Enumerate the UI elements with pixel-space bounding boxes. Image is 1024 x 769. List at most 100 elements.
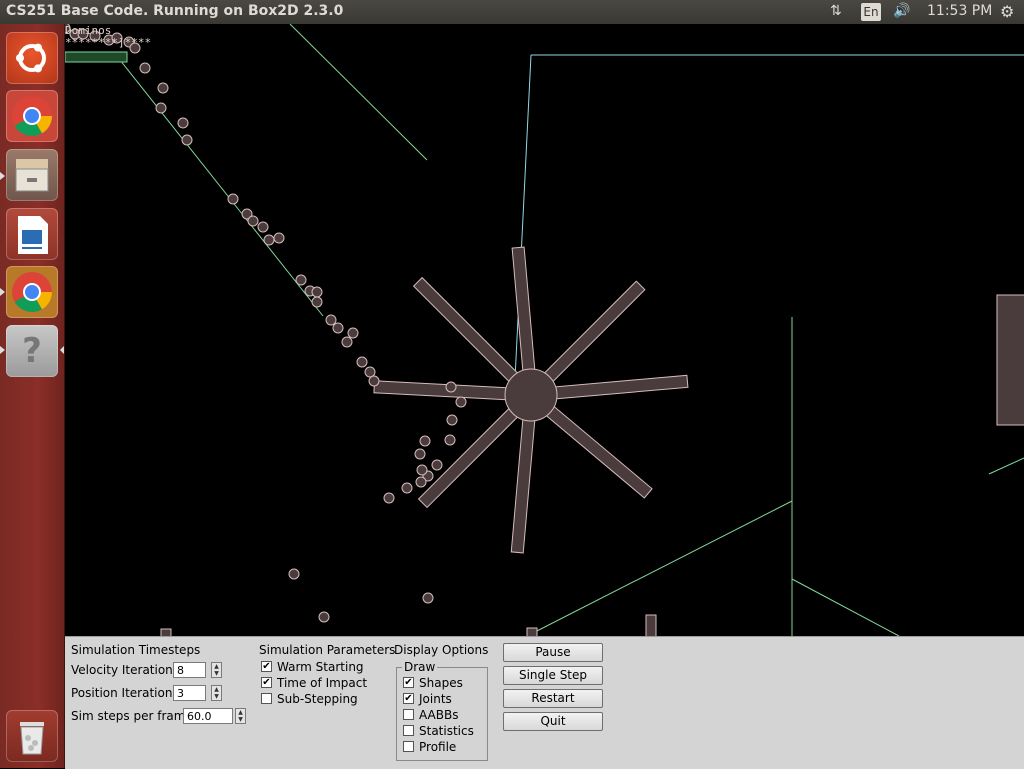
display-heading: Display Options bbox=[394, 643, 489, 657]
control-panel: Simulation Timesteps Velocity Iterations… bbox=[65, 636, 1024, 769]
bottom-post bbox=[526, 627, 538, 636]
position-spinner[interactable]: ▲ ▼ bbox=[211, 685, 222, 701]
slope-edge-2 bbox=[791, 578, 900, 636]
velocity-spinner[interactable]: ▲ ▼ bbox=[211, 662, 222, 678]
single-step-button[interactable]: Single Step bbox=[503, 666, 603, 685]
sim-steps-input[interactable]: 60.0 bbox=[183, 708, 233, 724]
simulation-canvas[interactable]: Dominos ********]**** bbox=[65, 24, 1024, 636]
ball bbox=[257, 221, 269, 233]
simulation-drawing bbox=[65, 24, 1024, 636]
ball bbox=[155, 102, 167, 114]
ball bbox=[364, 366, 376, 378]
ball bbox=[356, 356, 368, 368]
launcher: ? bbox=[0, 24, 65, 768]
shapes-label: Shapes bbox=[419, 676, 463, 690]
network-icon[interactable]: ⇅ bbox=[830, 3, 842, 19]
keyboard-language-indicator[interactable]: En bbox=[861, 3, 881, 21]
ball bbox=[273, 232, 285, 244]
right-box bbox=[996, 294, 1024, 426]
sim-steps-spinner[interactable]: ▲ ▼ bbox=[235, 708, 246, 724]
writer-launcher-button[interactable] bbox=[6, 208, 58, 260]
wheel-hub bbox=[504, 368, 558, 422]
time-of-impact-checkbox[interactable]: ✔ bbox=[261, 677, 272, 688]
active-window-indicator bbox=[60, 346, 64, 354]
volume-icon[interactable]: 🔊 bbox=[893, 3, 910, 19]
ball bbox=[341, 336, 353, 348]
ball bbox=[445, 381, 457, 393]
parameters-heading: Simulation Parameters bbox=[259, 643, 396, 657]
ball bbox=[455, 396, 467, 408]
ball bbox=[325, 314, 337, 326]
position-iterations-input[interactable]: 3 bbox=[173, 685, 206, 701]
sim-stars-text: ********]**** bbox=[65, 36, 152, 49]
ball bbox=[157, 82, 169, 94]
bottom-post bbox=[645, 614, 657, 636]
question-mark-icon: ? bbox=[22, 331, 42, 371]
aabbs-checkbox[interactable] bbox=[403, 709, 414, 720]
ball bbox=[422, 592, 434, 604]
ball bbox=[177, 117, 189, 129]
restart-button[interactable]: Restart bbox=[503, 689, 603, 708]
timesteps-heading: Simulation Timesteps bbox=[71, 643, 201, 657]
time-of-impact-label: Time of Impact bbox=[277, 676, 368, 690]
profile-checkbox[interactable] bbox=[403, 741, 414, 752]
ball bbox=[415, 476, 427, 488]
statistics-checkbox[interactable] bbox=[403, 725, 414, 736]
shapes-checkbox[interactable]: ✔ bbox=[403, 677, 414, 688]
running-indicator bbox=[0, 172, 5, 180]
chrome-window-button[interactable] bbox=[6, 266, 58, 318]
slope-edge-3 bbox=[988, 457, 1024, 475]
ubuntu-logo-icon bbox=[16, 43, 46, 73]
ball bbox=[263, 234, 275, 246]
window-title: CS251 Base Code. Running on Box2D 2.3.0 bbox=[6, 3, 344, 19]
ball bbox=[247, 215, 259, 227]
ball bbox=[181, 134, 193, 146]
velocity-label: Velocity Iterations bbox=[71, 663, 180, 677]
ball bbox=[444, 434, 456, 446]
trash-button[interactable] bbox=[6, 710, 58, 762]
files-launcher-button[interactable] bbox=[6, 149, 58, 201]
ball bbox=[139, 62, 151, 74]
file-cabinet-icon bbox=[15, 159, 49, 192]
writer-doc-icon bbox=[18, 216, 48, 254]
start-platform bbox=[65, 51, 128, 63]
slope-edge bbox=[530, 500, 793, 635]
sim-overlay-text: Dominos ********]**** bbox=[65, 25, 151, 49]
warm-starting-label: Warm Starting bbox=[277, 660, 364, 674]
clock[interactable]: 11:53 PM bbox=[927, 3, 992, 19]
position-label: Position Iterations bbox=[71, 686, 179, 700]
ball bbox=[311, 296, 323, 308]
profile-label: Profile bbox=[419, 740, 457, 754]
joints-checkbox[interactable]: ✔ bbox=[403, 693, 414, 704]
warm-starting-checkbox[interactable]: ✔ bbox=[261, 661, 272, 672]
ball bbox=[446, 414, 458, 426]
ball bbox=[414, 448, 426, 460]
quit-button[interactable]: Quit bbox=[503, 712, 603, 731]
chrome-icon bbox=[12, 96, 52, 136]
spinning-wheel bbox=[373, 246, 689, 554]
chrome-launcher-button[interactable] bbox=[6, 90, 58, 142]
ball-group bbox=[65, 24, 467, 623]
gear-icon[interactable]: ⚙ bbox=[1000, 2, 1014, 21]
top-panel: CS251 Base Code. Running on Box2D 2.3.0 … bbox=[0, 0, 1024, 24]
ramp-edge bbox=[119, 59, 324, 317]
velocity-iterations-input[interactable]: 8 bbox=[173, 662, 206, 678]
ball bbox=[318, 611, 330, 623]
ball bbox=[419, 435, 431, 447]
trash-can-icon bbox=[20, 722, 44, 755]
joints-label: Joints bbox=[419, 692, 452, 706]
chrome-icon bbox=[12, 272, 52, 312]
running-indicator bbox=[0, 346, 5, 354]
statistics-label: Statistics bbox=[419, 724, 474, 738]
ball bbox=[295, 274, 307, 286]
bottom-post bbox=[160, 628, 172, 636]
ubuntu-dash-button[interactable] bbox=[6, 32, 58, 84]
ball bbox=[368, 375, 380, 387]
sub-stepping-checkbox[interactable] bbox=[261, 693, 272, 704]
unknown-app-button[interactable]: ? bbox=[6, 325, 58, 377]
aabbs-label: AABBs bbox=[419, 708, 459, 722]
ball bbox=[227, 193, 239, 205]
ball bbox=[288, 568, 300, 580]
ball bbox=[431, 459, 443, 471]
pause-button[interactable]: Pause bbox=[503, 643, 603, 662]
